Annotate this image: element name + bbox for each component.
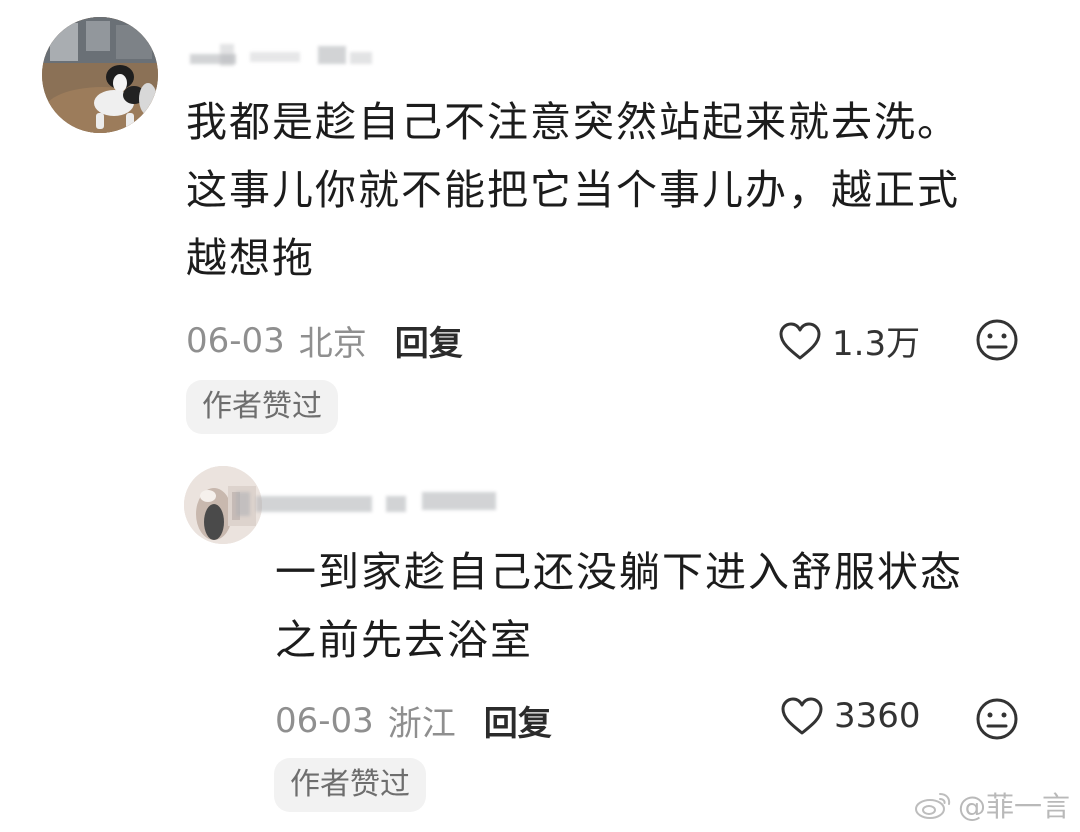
weibo-watermark: @菲一言 <box>914 785 1070 825</box>
comment-date: 06-03 <box>275 700 374 741</box>
heart-outline-icon <box>781 697 823 735</box>
watermark-text: @菲一言 <box>958 790 1071 823</box>
comment-region: 浙江 <box>387 704 456 744</box>
comment-meta: 06-03 北京 回复 <box>186 316 463 365</box>
username-blurred[interactable] <box>190 38 375 68</box>
author-liked-badge: 作者赞过 <box>186 380 338 434</box>
weibo-logo-icon <box>915 793 951 819</box>
heart-outline-icon <box>779 322 821 359</box>
comment-region: 北京 <box>298 324 367 364</box>
comment-date: 06-03 <box>186 320 285 361</box>
dog-photo-avatar <box>42 17 158 133</box>
author-liked-badge: 作者赞过 <box>274 758 426 812</box>
neutral-face-icon[interactable] <box>975 697 1019 741</box>
comment-text: 一到家趁自己还没躺下进入舒服状态 之前先去浴室 <box>275 548 963 664</box>
like-button[interactable]: 1.3万 <box>778 316 920 365</box>
comment-meta: 06-03 浙江 回复 <box>275 696 552 745</box>
reply-button[interactable]: 回复 <box>484 696 552 745</box>
username-blurred[interactable] <box>236 486 498 516</box>
comment-text: 我都是趁自己不注意突然站起来就去洗。 这事儿你就不能把它当个事儿办，越正式 越想… <box>186 98 960 282</box>
like-button[interactable]: 3360 <box>780 696 921 736</box>
reply-button[interactable]: 回复 <box>395 316 463 365</box>
avatar[interactable] <box>42 17 158 133</box>
like-count: 3360 <box>834 696 921 736</box>
neutral-face-icon[interactable] <box>975 318 1019 362</box>
like-count: 1.3万 <box>832 324 921 364</box>
